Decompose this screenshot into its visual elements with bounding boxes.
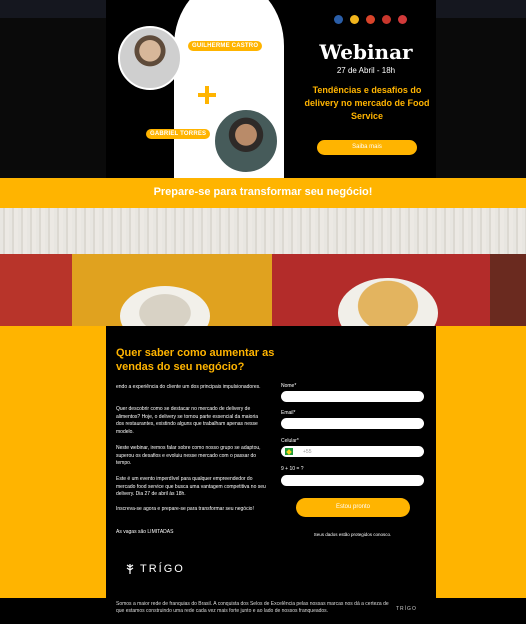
webinar-date: 27 de Abril - 18h [336,66,396,75]
brand-logo: TRÍGO [124,563,185,575]
brand-logo-text: TRÍGO [140,563,185,575]
footer-text: Somos a maior rede de franquias do Brasi… [116,601,389,614]
footer: Somos a maior rede de franquias do Brasi… [0,598,526,624]
captcha-label: 9 + 10 = ? [281,466,304,472]
intro-paragraph-3: Neste webinar, iremos falar sobre como n… [116,445,261,466]
intro-paragraph-2: Quer descobrir como se destacar no merca… [116,406,259,435]
speaker-2-photo [213,108,279,174]
band-headline: Prepare-se para transformar seu negócio! [153,186,373,198]
name-label: Nome* [281,383,297,389]
webinar-title: Webinar [319,40,413,64]
submit-button[interactable]: Estou pronto [296,498,410,517]
speaker-1-photo [118,26,182,90]
saiba-mais-button[interactable]: Saiba mais [317,140,417,155]
plus-icon [198,86,216,104]
intro-paragraph-6: As vagas são LIMITADAS [116,529,174,535]
photo-dark-block [490,254,526,326]
partner-logos [334,15,407,24]
webinar-subtitle: Tendências e desafios do delivery no mer… [304,85,430,121]
phone-input[interactable]: +55 [281,446,424,457]
signup-panel: Quer saber como aumentar as vendas do se… [106,326,436,598]
partner-logo-2-icon [350,15,359,24]
partner-logo-4-icon [382,15,391,24]
partner-logo-5-icon [398,15,407,24]
speaker-1-name: GUILHERME CASTRO [188,41,263,51]
partner-logo-1-icon [334,15,343,24]
name-input[interactable] [281,391,424,402]
speaker-2-name: GABRIEL TORRES [146,129,211,139]
footer-logo: TRÍGO [396,606,417,612]
photo-red-block [0,254,72,326]
intro-paragraph-1: endo a experiência do cliente um dos pri… [116,384,261,390]
partner-logo-3-icon [366,15,375,24]
captcha-input[interactable] [281,475,424,486]
email-input[interactable] [281,418,424,429]
privacy-note: Seus dados estão protegidos conosco. [313,532,392,537]
phone-dial-code: +55 [303,449,312,455]
signup-heading: Quer saber como aumentar as vendas do se… [116,347,275,373]
photo-texture [0,208,526,254]
intro-paragraph-5: Inscreva-se agora e prepare-se para tran… [116,506,254,512]
brazil-flag-icon [285,448,293,455]
hero-banner: GUILHERME CASTRO GABRIEL TORRES Webinar … [106,0,436,178]
intro-paragraph-4: Este é um evento imperdível para qualque… [116,476,266,497]
wheat-icon [126,564,134,574]
email-label: Email* [281,410,296,416]
phone-label: Celular* [281,438,299,444]
yellow-band: Prepare-se para transformar seu negócio! [0,178,526,208]
food-photo-strip [0,208,526,326]
